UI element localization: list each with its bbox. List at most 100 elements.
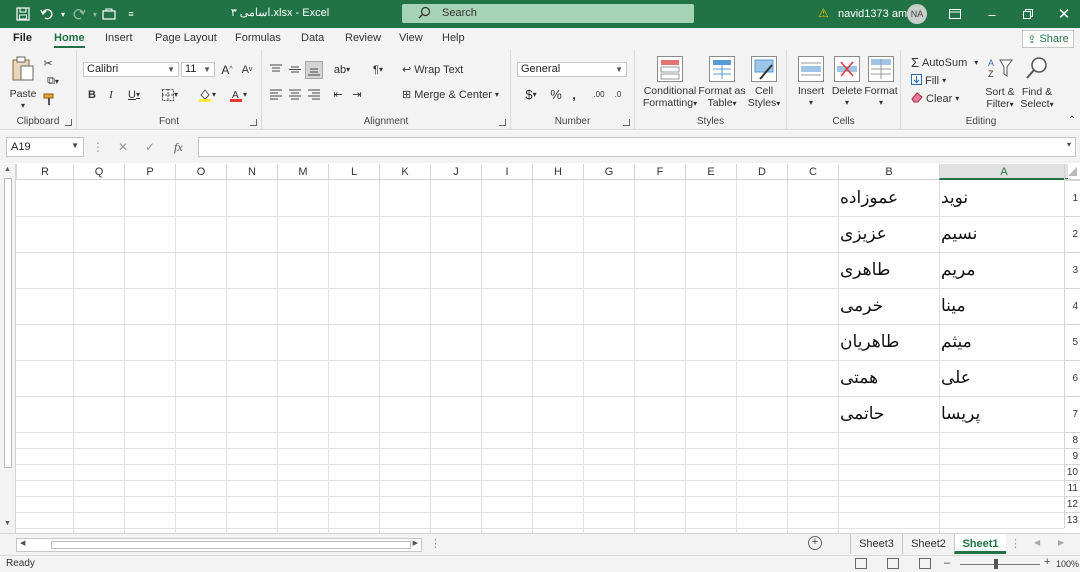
number-format-dropdown[interactable]: General ▼ — [517, 62, 627, 77]
name-box[interactable]: A19 ▼ — [6, 137, 84, 157]
avatar[interactable]: NA — [907, 4, 927, 24]
sheet-tab-sheet3[interactable]: Sheet3 — [850, 534, 902, 554]
page-layout-view-icon[interactable] — [887, 558, 899, 569]
scroll-down-icon[interactable]: ▼ — [4, 520, 11, 527]
cell-b3[interactable]: طاهری — [838, 252, 939, 288]
column-header-l[interactable]: L — [328, 164, 379, 180]
tab-insert[interactable]: Insert — [105, 32, 133, 44]
decrease-decimal-icon[interactable]: .0 — [610, 87, 626, 102]
comma-style-icon[interactable]: , — [568, 87, 580, 102]
wrap-text-button[interactable]: ↩ Wrap Text — [402, 62, 464, 77]
row-header-9[interactable]: 9 — [1064, 448, 1080, 464]
column-header-e[interactable]: E — [685, 164, 736, 180]
share-button[interactable]: ⇪ Share — [1022, 30, 1074, 48]
column-header-b[interactable]: B — [838, 164, 939, 180]
new-sheet-icon[interactable]: + — [808, 536, 822, 550]
cell-a3[interactable]: مریم — [939, 252, 1068, 288]
cell-b1[interactable]: عموزاده — [838, 180, 939, 216]
cell-a7[interactable]: پریسا — [939, 396, 1068, 432]
collapse-ribbon-icon[interactable]: ⌃ — [1066, 114, 1078, 126]
align-top-icon[interactable] — [268, 62, 284, 77]
currency-icon[interactable]: $ ▾ — [519, 87, 543, 102]
clear-button[interactable]: Clear ▾ — [911, 91, 961, 106]
zoom-out-icon[interactable]: – — [944, 557, 950, 569]
row-header-10[interactable]: 10 — [1064, 464, 1080, 480]
tab-review[interactable]: Review — [345, 32, 381, 44]
tab-split-handle-icon[interactable]: ⋮ — [430, 537, 441, 550]
restore-icon[interactable] — [1018, 4, 1038, 24]
next-sheet-icon[interactable]: ▶ — [1058, 538, 1064, 547]
conditional-formatting-button[interactable]: Conditional Formatting▾ — [641, 56, 699, 112]
cut-icon[interactable]: ✂ — [42, 56, 54, 70]
column-header-d[interactable]: D — [736, 164, 787, 180]
row-header-8[interactable]: 8 — [1064, 432, 1080, 448]
sort-filter-button[interactable]: AZ Sort & Filter▾ — [983, 56, 1017, 112]
cell-a4[interactable]: مینا — [939, 288, 1068, 324]
column-header-n[interactable]: N — [226, 164, 277, 180]
cell-b5[interactable]: طاهریان — [838, 324, 939, 360]
column-header-m[interactable]: M — [277, 164, 328, 180]
decrease-indent-icon[interactable]: ⇤ — [330, 87, 346, 102]
zoom-slider[interactable] — [960, 564, 1040, 565]
column-header-i[interactable]: I — [481, 164, 532, 180]
scroll-right-icon[interactable]: ▶ — [413, 539, 418, 547]
expand-formula-bar-icon[interactable]: ▾ — [1067, 140, 1071, 149]
touch-mode-icon[interactable] — [100, 5, 118, 23]
row-header-2[interactable]: 2 — [1064, 216, 1080, 252]
cell-a5[interactable]: میثم — [939, 324, 1068, 360]
italic-icon[interactable]: I — [104, 87, 118, 102]
horizontal-scrollbar[interactable]: ◀ ▶ — [16, 538, 422, 552]
decrease-font-size-icon[interactable]: Av — [239, 62, 255, 77]
cell-a1[interactable]: نوید — [939, 180, 1068, 216]
row-header-5[interactable]: 5 — [1064, 324, 1080, 360]
cancel-formula-icon[interactable]: ✕ — [118, 140, 128, 154]
column-header-g[interactable]: G — [583, 164, 634, 180]
tab-help[interactable]: Help — [442, 32, 465, 44]
format-cells-button[interactable]: Format ▾ — [863, 56, 899, 112]
cell-styles-button[interactable]: Cell Styles▾ — [745, 56, 783, 112]
cells-area[interactable]: نوید نسیم مریم مینا میثم علی پریسا عموزاده عزیزی… — [16, 180, 1064, 533]
font-launcher-icon[interactable] — [250, 119, 257, 126]
text-direction-icon[interactable]: ¶ ▾ — [366, 62, 390, 77]
tab-home[interactable]: Home — [54, 32, 85, 48]
find-select-button[interactable]: Find & Select▾ — [1017, 56, 1057, 112]
formula-input[interactable] — [198, 137, 1076, 157]
select-all-corner[interactable] — [1064, 164, 1080, 180]
cell-b7[interactable]: حاتمی — [838, 396, 939, 432]
align-right-icon[interactable] — [306, 87, 322, 102]
save-icon[interactable] — [14, 5, 32, 23]
align-middle-icon[interactable] — [287, 62, 303, 77]
zoom-in-icon[interactable]: + — [1044, 556, 1050, 568]
font-size-dropdown[interactable]: 11 ▼ — [181, 62, 215, 77]
row-header-4[interactable]: 4 — [1064, 288, 1080, 324]
sheet-tab-sheet2[interactable]: Sheet2 — [902, 534, 954, 554]
zoom-level[interactable]: 100% — [1056, 559, 1079, 569]
close-icon[interactable]: ✕ — [1054, 4, 1074, 24]
column-header-r[interactable]: R — [16, 164, 73, 180]
column-header-p[interactable]: P — [124, 164, 175, 180]
vertical-scrollbar[interactable]: ▲ ▼ — [0, 164, 16, 533]
column-header-h[interactable]: H — [532, 164, 583, 180]
clipboard-launcher-icon[interactable] — [65, 119, 72, 126]
increase-indent-icon[interactable]: ⇥ — [349, 87, 365, 102]
search-box[interactable]: Search — [402, 4, 694, 23]
column-header-q[interactable]: Q — [73, 164, 124, 180]
scroll-left-icon[interactable]: ◀ — [20, 539, 25, 547]
page-break-view-icon[interactable] — [919, 558, 931, 569]
horizontal-scroll-thumb[interactable] — [51, 541, 411, 549]
font-family-dropdown[interactable]: Calibri ▼ — [83, 62, 179, 77]
font-color-icon[interactable]: A ▾ — [225, 87, 251, 102]
zoom-slider-handle[interactable] — [994, 559, 998, 569]
row-header-11[interactable]: 11 — [1064, 480, 1080, 496]
fill-color-icon[interactable]: ▾ — [194, 87, 220, 102]
row-header-13[interactable]: 13 — [1064, 512, 1080, 528]
ribbon-display-options-icon[interactable] — [945, 4, 965, 24]
tab-data[interactable]: Data — [301, 32, 324, 44]
fill-button[interactable]: Fill ▾ — [911, 73, 955, 88]
row-header-3[interactable]: 3 — [1064, 252, 1080, 288]
delete-cells-button[interactable]: Delete ▾ — [829, 56, 865, 112]
cell-a2[interactable]: نسیم — [939, 216, 1068, 252]
column-header-a[interactable]: A — [939, 164, 1068, 180]
normal-view-icon[interactable] — [855, 558, 867, 569]
cell-b2[interactable]: عزیزی — [838, 216, 939, 252]
